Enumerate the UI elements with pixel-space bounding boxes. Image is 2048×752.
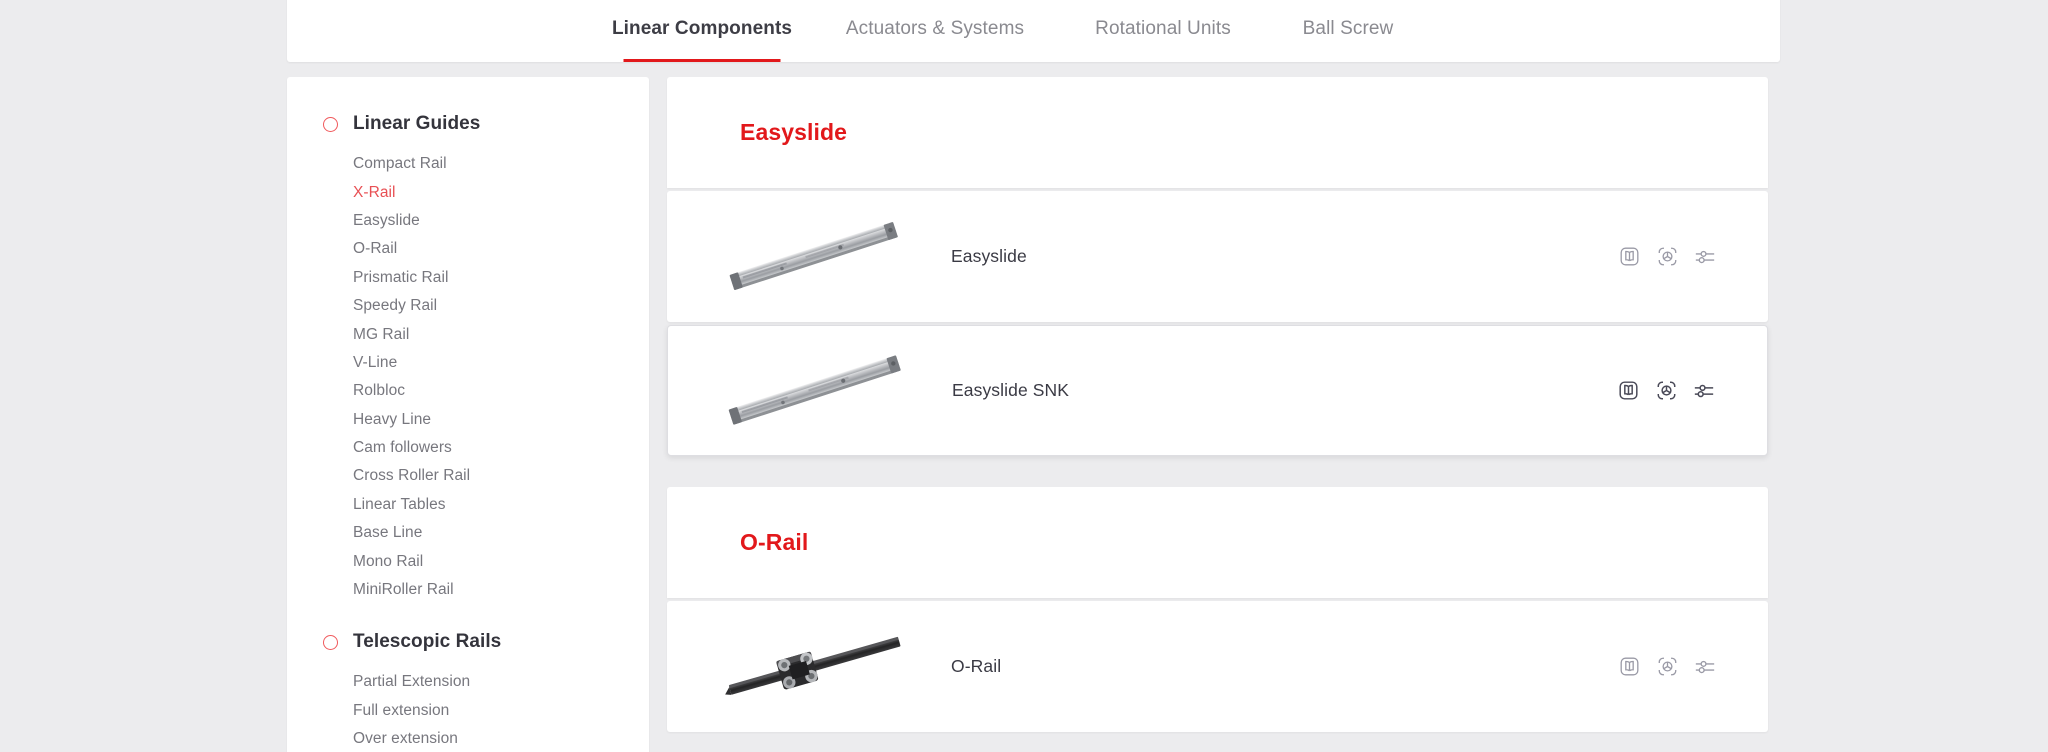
product-row-actions xyxy=(1614,242,1720,272)
catalog-book-icon[interactable] xyxy=(1614,242,1644,272)
sidebar-item-heavy-line[interactable]: Heavy Line xyxy=(287,406,649,434)
product-row[interactable]: Easyslide SNK xyxy=(667,325,1768,456)
product-thumbnail-easyslide xyxy=(689,207,939,307)
product-name: O-Rail xyxy=(951,656,1002,676)
tab-list: Linear Components Actuators & Systems Ro… xyxy=(602,0,1438,62)
sidebar-item-partial-extension[interactable]: Partial Extension xyxy=(287,668,649,696)
cad-3d-model-icon[interactable] xyxy=(1652,652,1682,682)
sidebar-item-cross-roller-rail[interactable]: Cross Roller Rail xyxy=(287,462,649,490)
product-thumbnail-easyslide-snk xyxy=(690,341,940,441)
configurator-sliders-icon[interactable] xyxy=(1690,652,1720,682)
tab-label: Rotational Units xyxy=(1095,18,1231,39)
sidebar-item-o-rail[interactable]: O-Rail xyxy=(287,235,649,263)
tab-label: Linear Components xyxy=(611,18,793,39)
configurator-sliders-icon[interactable] xyxy=(1689,376,1719,406)
circle-outline-icon xyxy=(323,116,338,132)
sidebar-item-v-line[interactable]: V-Line xyxy=(287,349,649,377)
sidebar-group-label: Linear Guides xyxy=(353,113,481,134)
sidebar-item-compact-rail[interactable]: Compact Rail xyxy=(287,150,649,178)
active-tab-underline xyxy=(623,59,781,62)
sidebar-item-base-line[interactable]: Base Line xyxy=(287,519,649,547)
cad-3d-model-icon[interactable] xyxy=(1652,242,1682,272)
tab-linear-components[interactable]: Linear Components xyxy=(602,0,802,62)
o-rail-dark-icon xyxy=(725,636,901,695)
cad-3d-model-icon[interactable] xyxy=(1651,376,1681,406)
category-tabbar: Linear Components Actuators & Systems Ro… xyxy=(287,0,1780,62)
sidebar-item-speedy-rail[interactable]: Speedy Rail xyxy=(287,292,649,320)
sidebar-item-over-extension[interactable]: Over extension xyxy=(287,725,649,752)
sidebar-group-label: Telescopic Rails xyxy=(353,631,502,653)
tab-rotational-units[interactable]: Rotational Units xyxy=(1068,0,1258,62)
section-header-easyslide: Easyslide xyxy=(667,77,1768,188)
sidebar-sublist-linear-guides: Compact Rail X-Rail Easyslide O-Rail Pri… xyxy=(287,141,649,604)
sidebar-item-linear-tables[interactable]: Linear Tables xyxy=(287,491,649,519)
section-title: Easyslide xyxy=(740,119,848,145)
product-row[interactable]: O-Rail xyxy=(667,601,1768,732)
sidebar-item-mg-rail[interactable]: MG Rail xyxy=(287,320,649,348)
tab-ball-screw[interactable]: Ball Screw xyxy=(1258,0,1438,62)
product-section-o-rail: O-Rail O-Rail xyxy=(667,487,1768,732)
sidebar-group-header-linear-guides[interactable]: Linear Guides xyxy=(287,107,649,141)
product-row-actions xyxy=(1614,652,1720,682)
sidebar-item-mono-rail[interactable]: Mono Rail xyxy=(287,547,649,575)
linear-rail-silver-icon xyxy=(728,355,901,425)
circle-outline-icon xyxy=(323,634,338,650)
product-row-actions xyxy=(1613,376,1719,406)
configurator-sliders-icon[interactable] xyxy=(1690,242,1720,272)
sidebar-item-full-extension[interactable]: Full extension xyxy=(287,697,649,725)
sidebar-item-easyslide[interactable]: Easyslide xyxy=(287,207,649,235)
sidebar-group-telescopic-rails: Telescopic Rails Partial Extension Full … xyxy=(287,625,649,752)
product-list-main: Easyslide Easyslide Easyslide SNK O-Rail… xyxy=(667,77,1768,752)
product-catalog-page: Linear Components Actuators & Systems Ro… xyxy=(0,0,2048,752)
sidebar-item-rolbloc[interactable]: Rolbloc xyxy=(287,377,649,405)
tab-actuators-systems[interactable]: Actuators & Systems xyxy=(802,0,1068,62)
sidebar-group-header-telescopic-rails[interactable]: Telescopic Rails xyxy=(287,625,649,659)
sidebar-item-cam-followers[interactable]: Cam followers xyxy=(287,434,649,462)
product-section-easyslide: Easyslide Easyslide Easyslide SNK xyxy=(667,77,1768,456)
sidebar-item-miniroller-rail[interactable]: MiniRoller Rail xyxy=(287,576,649,604)
sidebar-item-prismatic-rail[interactable]: Prismatic Rail xyxy=(287,264,649,292)
tab-label: Actuators & Systems xyxy=(845,18,1025,39)
product-name: Easyslide SNK xyxy=(952,380,1070,400)
product-row[interactable]: Easyslide xyxy=(667,191,1768,322)
catalog-book-icon[interactable] xyxy=(1614,652,1644,682)
section-header-o-rail: O-Rail xyxy=(667,487,1768,598)
product-thumbnail-o-rail xyxy=(689,617,939,717)
tab-label: Ball Screw xyxy=(1302,18,1394,39)
product-name: Easyslide xyxy=(951,246,1027,266)
sidebar-item-x-rail[interactable]: X-Rail xyxy=(287,178,649,206)
category-sidebar: Linear Guides Compact Rail X-Rail Easysl… xyxy=(287,77,649,752)
catalog-book-icon[interactable] xyxy=(1613,376,1643,406)
section-title: O-Rail xyxy=(740,529,809,555)
sidebar-sublist-telescopic-rails: Partial Extension Full extension Over ex… xyxy=(287,659,649,752)
linear-rail-silver-icon xyxy=(729,221,898,290)
sidebar-group-linear-guides: Linear Guides Compact Rail X-Rail Easysl… xyxy=(287,107,649,604)
